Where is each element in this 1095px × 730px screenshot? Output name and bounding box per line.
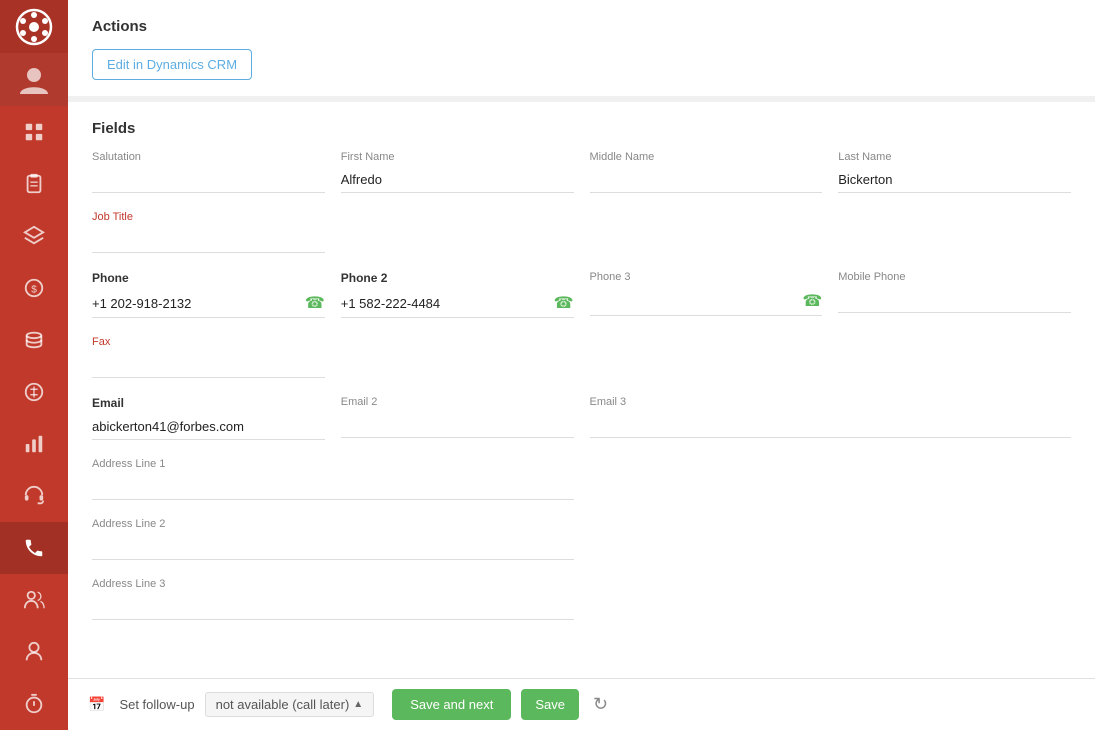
- follow-up-label: Set follow-up: [119, 697, 194, 712]
- first-name-field: First Name Alfredo: [341, 151, 574, 193]
- job-title-label: Job Title: [92, 211, 325, 223]
- email3-label: Email 3: [590, 396, 1072, 408]
- undo-icon: ↻: [593, 694, 608, 714]
- last-name-field: Last Name Bickerton: [838, 151, 1071, 193]
- phone3-label: Phone 3: [590, 271, 823, 283]
- sidebar-item-phone[interactable]: [0, 522, 68, 574]
- sidebar: $: [0, 0, 68, 730]
- sidebar-item-dashboard[interactable]: [0, 106, 68, 158]
- timer-icon: [23, 693, 45, 715]
- calendar-icon: 📅: [88, 696, 105, 713]
- user-avatar[interactable]: [0, 53, 68, 106]
- address-line1-label: Address Line 1: [92, 458, 574, 470]
- address-line1-field: Address Line 1: [92, 458, 574, 500]
- job-title-value[interactable]: [92, 227, 325, 253]
- phone-value[interactable]: +1 202-918-2132 ☎: [92, 289, 325, 318]
- sidebar-item-headset[interactable]: [0, 470, 68, 522]
- coin-alt-icon: [23, 381, 45, 403]
- address-line3-label: Address Line 3: [92, 578, 574, 590]
- headset-icon: [23, 485, 45, 507]
- address-line2-value[interactable]: [92, 534, 574, 560]
- actions-title: Actions: [92, 18, 1071, 35]
- dropdown-arrow-icon: ▲: [353, 699, 363, 710]
- save-and-next-button[interactable]: Save and next: [392, 689, 511, 720]
- fax-value[interactable]: [92, 352, 325, 378]
- email2-label: Email 2: [341, 396, 574, 408]
- fields-grid: Salutation First Name Alfredo Middle Nam…: [92, 151, 1071, 638]
- address-line2-field: Address Line 2: [92, 518, 574, 560]
- mobile-phone-label: Mobile Phone: [838, 271, 1071, 283]
- coin-stack-icon: [23, 329, 45, 351]
- middle-name-field: Middle Name: [590, 151, 823, 193]
- fields-section: Fields Salutation First Name Alfredo Mid…: [68, 102, 1095, 678]
- sidebar-item-coin2[interactable]: [0, 314, 68, 366]
- footer-bar: 📅 Set follow-up not available (call late…: [68, 678, 1095, 730]
- user-single-icon: [23, 641, 45, 663]
- users-alt-icon: [23, 589, 45, 611]
- address-line3-field: Address Line 3: [92, 578, 574, 620]
- email-label: Email: [92, 396, 325, 410]
- grid-icon: [23, 121, 45, 143]
- email-value[interactable]: abickerton41@forbes.com: [92, 414, 325, 440]
- coin-icon: $: [23, 277, 45, 299]
- address-line1-value[interactable]: [92, 474, 574, 500]
- phone2-value[interactable]: +1 582-222-4484 ☎: [341, 289, 574, 318]
- first-name-label: First Name: [341, 151, 574, 163]
- user-avatar-icon: [16, 62, 52, 98]
- email2-field: Email 2: [341, 396, 574, 440]
- sidebar-item-layers[interactable]: [0, 210, 68, 262]
- sidebar-item-user-single[interactable]: [0, 626, 68, 678]
- save-button[interactable]: Save: [521, 689, 579, 720]
- last-name-label: Last Name: [838, 151, 1071, 163]
- phone3-field: Phone 3 ☎: [590, 271, 823, 318]
- salutation-label: Salutation: [92, 151, 325, 163]
- sidebar-item-users-alt[interactable]: [0, 574, 68, 626]
- email-field: Email abickerton41@forbes.com: [92, 396, 325, 440]
- phone3-call-icon: ☎: [802, 291, 822, 311]
- svg-text:$: $: [31, 285, 37, 296]
- sidebar-item-timer[interactable]: [0, 678, 68, 730]
- salutation-value[interactable]: [92, 167, 325, 193]
- middle-name-value[interactable]: [590, 167, 823, 193]
- fax-label: Fax: [92, 336, 325, 348]
- layers-icon: [23, 225, 45, 247]
- phone2-label: Phone 2: [341, 271, 574, 285]
- fields-title: Fields: [92, 120, 1071, 137]
- clipboard-icon: [23, 173, 45, 195]
- phone2-call-icon: ☎: [554, 293, 574, 313]
- first-name-value[interactable]: Alfredo: [341, 167, 574, 193]
- phone-call-icon: ☎: [305, 293, 325, 313]
- last-name-value[interactable]: Bickerton: [838, 167, 1071, 193]
- app-logo[interactable]: [0, 0, 68, 53]
- film-reel-icon: [14, 7, 54, 47]
- sidebar-item-coin1[interactable]: $: [0, 262, 68, 314]
- phone-label: Phone: [92, 271, 325, 285]
- phone3-value[interactable]: ☎: [590, 287, 823, 316]
- follow-up-status-dropdown[interactable]: not available (call later) ▲: [205, 692, 375, 717]
- salutation-field: Salutation: [92, 151, 325, 193]
- email2-value[interactable]: [341, 412, 574, 438]
- phone2-field: Phone 2 +1 582-222-4484 ☎: [341, 271, 574, 318]
- sidebar-item-bar-chart[interactable]: [0, 418, 68, 470]
- sidebar-navigation: $: [0, 106, 68, 730]
- main-content: Actions Edit in Dynamics CRM Fields Salu…: [68, 0, 1095, 730]
- mobile-phone-field: Mobile Phone: [838, 271, 1071, 318]
- job-title-field: Job Title: [92, 211, 325, 253]
- email3-field: Email 3: [590, 396, 1072, 440]
- actions-section: Actions Edit in Dynamics CRM: [68, 0, 1095, 102]
- follow-up-status-text: not available (call later): [216, 697, 350, 712]
- mobile-phone-value[interactable]: [838, 287, 1071, 313]
- edit-crm-button[interactable]: Edit in Dynamics CRM: [92, 49, 252, 80]
- phone-field: Phone +1 202-918-2132 ☎: [92, 271, 325, 318]
- address-line2-label: Address Line 2: [92, 518, 574, 530]
- sidebar-item-clipboard[interactable]: [0, 158, 68, 210]
- phone-icon: [23, 537, 45, 559]
- email3-value[interactable]: [590, 412, 1072, 438]
- undo-button[interactable]: ↻: [589, 690, 612, 719]
- fax-field: Fax: [92, 336, 325, 378]
- middle-name-label: Middle Name: [590, 151, 823, 163]
- bar-chart-icon: [23, 433, 45, 455]
- address-line3-value[interactable]: [92, 594, 574, 620]
- sidebar-item-coin3[interactable]: [0, 366, 68, 418]
